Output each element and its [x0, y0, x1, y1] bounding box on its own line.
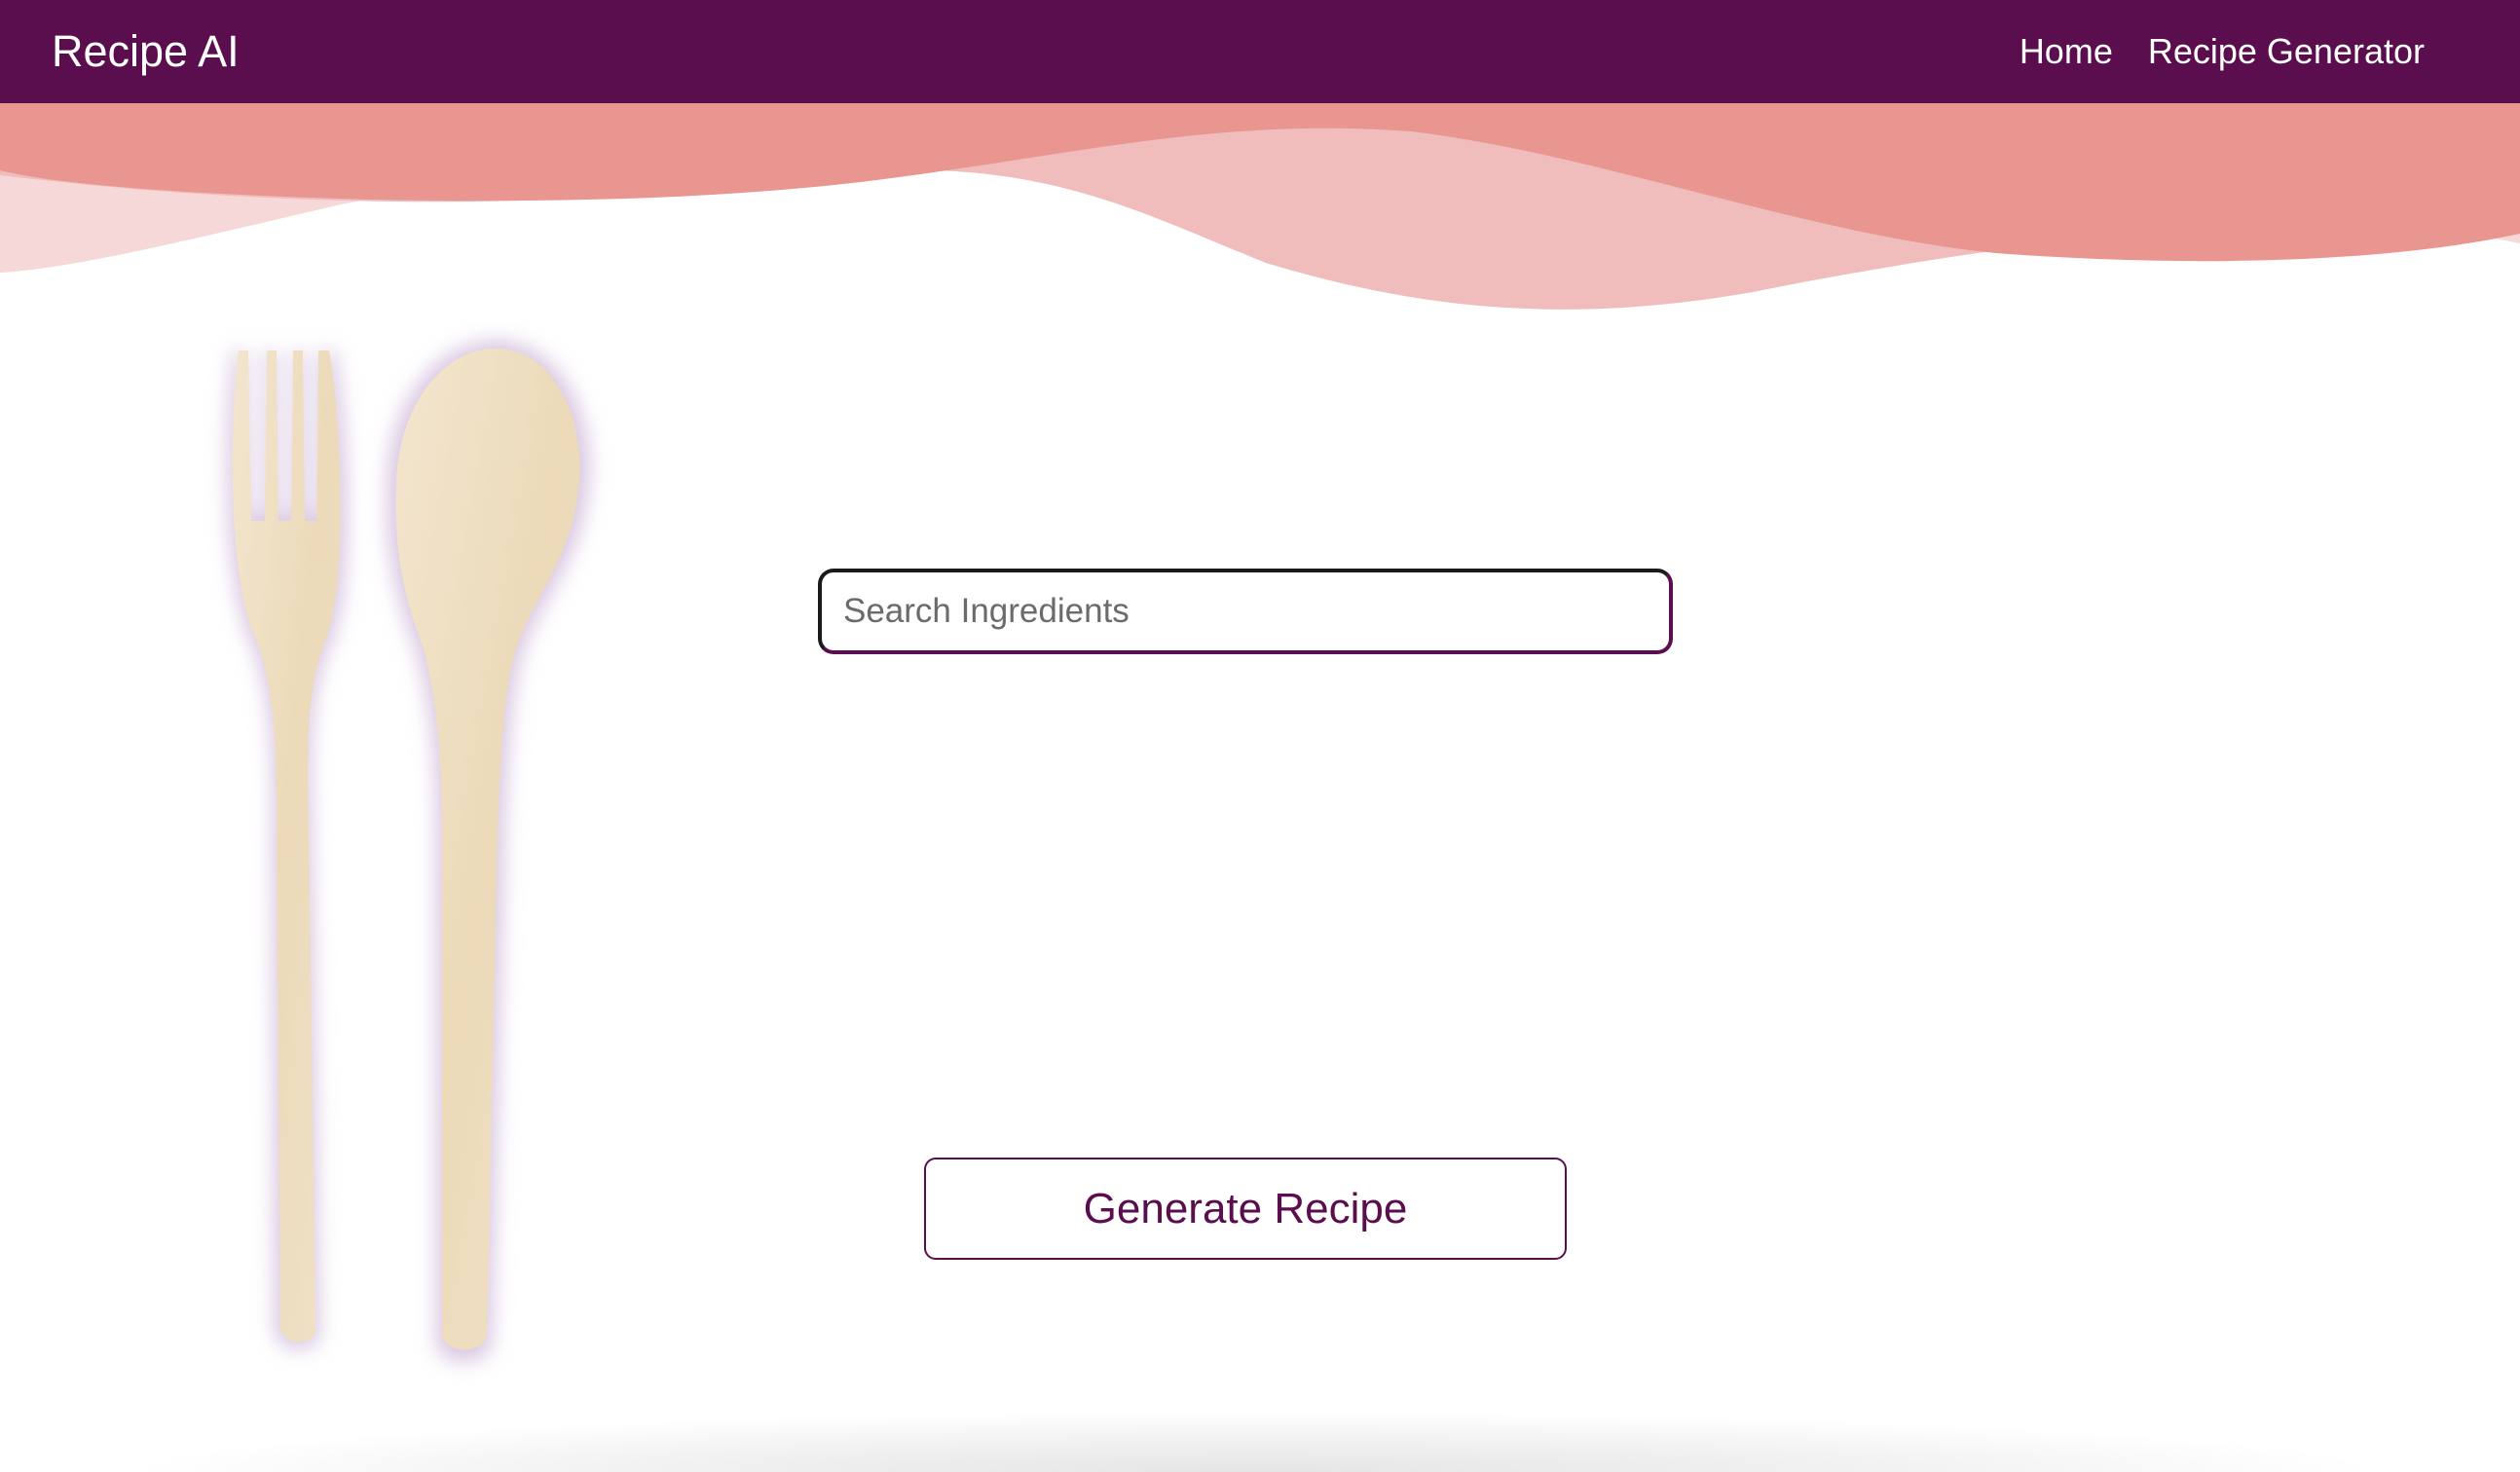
fork-and-spoon-illustration	[227, 341, 590, 1362]
search-input[interactable]	[822, 572, 1669, 650]
fork-icon	[227, 350, 348, 1349]
brand-title[interactable]: Recipe AI	[52, 27, 240, 76]
nav-link-recipe-generator[interactable]: Recipe Generator	[2148, 32, 2425, 71]
recipe-ai-page: Recipe AI Home Recipe Generator Search I…	[0, 0, 2520, 1472]
top-navbar: Recipe AI Home Recipe Generator	[0, 0, 2520, 103]
header-wave-decoration	[0, 97, 2520, 310]
search-ingredients-field[interactable]	[818, 569, 1673, 654]
spoon-icon	[387, 341, 590, 1362]
generate-recipe-button[interactable]: Generate Recipe	[924, 1158, 1567, 1260]
nav-links: Home Recipe Generator	[2020, 32, 2425, 71]
footer-shadow	[117, 1412, 2395, 1472]
nav-link-home[interactable]: Home	[2020, 32, 2113, 71]
